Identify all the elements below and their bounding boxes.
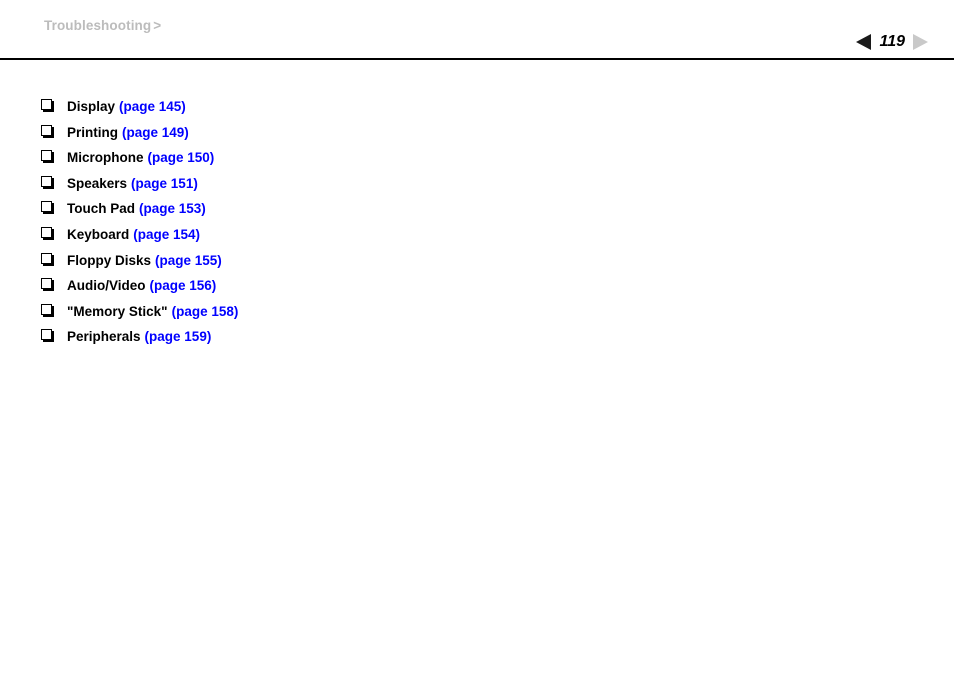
list-item-page-link[interactable]: (page 151) [127, 176, 198, 191]
list-item-page-link[interactable]: (page 159) [141, 329, 212, 344]
list-item-page-link[interactable]: (page 156) [146, 278, 217, 293]
list-item-label: Speakers [67, 175, 128, 191]
breadcrumb-label: Troubleshooting [44, 18, 152, 33]
list-item[interactable]: "Memory Stick" (page 158) [0, 299, 954, 325]
hollow-square-bullet-icon [41, 222, 55, 248]
document-page: Troubleshooting > 119 Display (page 145) P… [0, 0, 954, 674]
hollow-square-bullet-icon [41, 145, 55, 171]
breadcrumb: Troubleshooting > [44, 18, 161, 33]
page-navigation: 119 [856, 31, 928, 53]
hollow-square-bullet-icon [41, 120, 55, 146]
breadcrumb-separator: > [153, 18, 162, 33]
list-item[interactable]: Touch Pad (page 153) [0, 196, 954, 222]
list-item[interactable]: Keyboard (page 154) [0, 222, 954, 248]
hollow-square-bullet-icon [41, 171, 55, 197]
list-item-page-link[interactable]: (page 155) [151, 253, 222, 268]
hollow-square-bullet-icon [41, 273, 55, 299]
hollow-square-bullet-icon [41, 324, 55, 350]
list-item-page-link[interactable]: (page 154) [129, 227, 200, 242]
hollow-square-bullet-icon [41, 94, 55, 120]
triangle-left-icon[interactable] [856, 34, 872, 50]
list-item-page-link[interactable]: (page 158) [168, 304, 239, 319]
list-item-label: Keyboard [67, 226, 130, 242]
page-number: 119 [879, 33, 905, 50]
list-item-label: Floppy Disks [67, 252, 152, 268]
list-item-label: Display [67, 99, 116, 114]
list-item[interactable]: Display (page 145) [0, 94, 954, 120]
list-item-page-link[interactable]: (page 145) [115, 99, 186, 114]
hollow-square-bullet-icon [41, 299, 55, 325]
list-item-label: Microphone [67, 150, 144, 166]
list-item-page-link[interactable]: (page 153) [135, 201, 206, 216]
list-item[interactable]: Peripherals (page 159) [0, 324, 954, 350]
list-item[interactable]: Printing (page 149) [0, 120, 954, 146]
list-item-label: Touch Pad [67, 201, 136, 217]
page-header: Troubleshooting > 119 [0, 0, 954, 60]
list-item-label: "Memory Stick" [67, 303, 168, 319]
list-item-label: Audio/Video [67, 278, 146, 294]
troubleshooting-link-list: Display (page 145) Printing (page 149) Mic… [0, 60, 954, 350]
page-content: Display (page 145) Printing (page 149) Mic… [0, 60, 954, 350]
list-item[interactable]: Floppy Disks (page 155) [0, 248, 954, 274]
list-item[interactable]: Microphone (page 150) [0, 145, 954, 171]
hollow-square-bullet-icon [41, 248, 55, 274]
hollow-square-bullet-icon [41, 196, 55, 222]
list-item-label: Printing [67, 124, 118, 140]
list-item-label: Peripherals [67, 329, 141, 345]
list-item[interactable]: Audio/Video (page 156) [0, 273, 954, 299]
list-item[interactable]: Speakers (page 151) [0, 171, 954, 197]
list-item-page-link[interactable]: (page 150) [144, 150, 215, 165]
triangle-right-icon[interactable] [913, 34, 928, 50]
list-item-page-link[interactable]: (page 149) [118, 125, 189, 140]
